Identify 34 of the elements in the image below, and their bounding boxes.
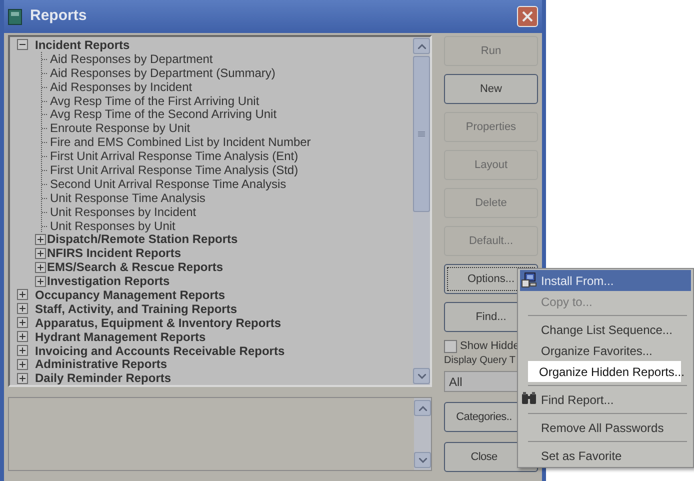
- menu-item[interactable]: Organize Hidden Reports...: [528, 361, 681, 382]
- expand-icon[interactable]: [35, 234, 46, 245]
- expand-icon[interactable]: [17, 289, 28, 300]
- expand-icon[interactable]: [35, 276, 46, 287]
- menu-item[interactable]: Install From...: [520, 270, 691, 291]
- close-button[interactable]: [517, 6, 538, 27]
- window-title: Reports: [30, 6, 87, 26]
- expand-icon[interactable]: [17, 372, 28, 384]
- expand-icon[interactable]: [17, 317, 28, 328]
- expand-icon[interactable]: [35, 262, 46, 273]
- dialog-button[interactable]: New: [444, 74, 538, 104]
- checkbox[interactable]: [444, 340, 457, 352]
- scroll-thumb[interactable]: [413, 56, 430, 212]
- collapse-icon[interactable]: [17, 39, 28, 50]
- binoculars-icon: [521, 391, 537, 405]
- tree-item[interactable]: Unit Response Time Analysis: [48, 188, 206, 207]
- menu-item[interactable]: Organize Favorites...: [520, 340, 691, 361]
- close-icon: [522, 11, 533, 22]
- expand-icon[interactable]: [17, 331, 28, 342]
- scrollbar[interactable]: [414, 398, 431, 470]
- scroll-down-button[interactable]: [413, 368, 430, 384]
- expand-icon[interactable]: [35, 248, 46, 259]
- scroll-up-button[interactable]: [413, 38, 430, 54]
- computer-icon: [521, 272, 537, 288]
- scrollbar[interactable]: [413, 37, 430, 385]
- tree-group[interactable]: Daily Reminder Reports: [35, 369, 172, 385]
- app-icon: [8, 8, 22, 24]
- grip-icon: [418, 130, 425, 138]
- scroll-down-button[interactable]: [414, 452, 431, 468]
- expand-icon[interactable]: [17, 358, 28, 370]
- expand-icon[interactable]: [17, 303, 28, 314]
- display-query-label: Display Query T: [444, 354, 516, 368]
- scroll-up-button[interactable]: [414, 400, 431, 416]
- expand-icon[interactable]: [17, 345, 28, 356]
